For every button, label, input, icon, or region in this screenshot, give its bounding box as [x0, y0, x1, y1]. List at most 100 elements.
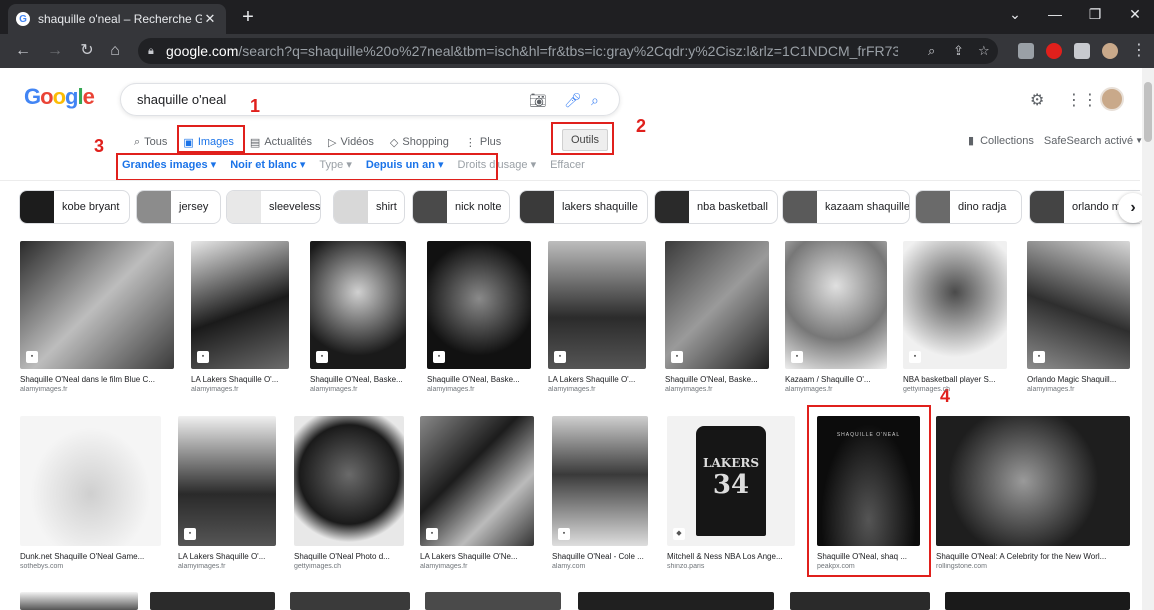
image-result[interactable]: LAKERS 34 ◆ Mitchell & Ness NBA Los Ange… — [667, 416, 795, 570]
result-thumbnail[interactable]: ▪ — [665, 241, 769, 369]
image-result[interactable] — [790, 592, 930, 610]
tab-all[interactable]: ⌕ Tous — [134, 133, 167, 151]
image-result[interactable]: ▪ NBA basketball player S... gettyimages… — [903, 241, 1007, 393]
chip[interactable]: shirt — [333, 190, 405, 224]
result-thumbnail[interactable] — [790, 592, 930, 610]
result-thumbnail[interactable]: ▪ — [178, 416, 276, 546]
result-caption[interactable]: LA Lakers Shaquille O'... — [178, 552, 276, 561]
result-caption[interactable]: Mitchell & Ness NBA Los Ange... — [667, 552, 795, 561]
image-result[interactable] — [20, 592, 138, 610]
back-arrow-icon[interactable]: ← — [12, 41, 34, 61]
image-result[interactable] — [578, 592, 774, 610]
result-caption[interactable]: Kazaam / Shaquille O'... — [785, 375, 887, 384]
result-caption[interactable]: Orlando Magic Shaquill... — [1027, 375, 1130, 384]
image-result[interactable] — [290, 592, 410, 610]
result-thumbnail[interactable]: ▪ — [427, 241, 531, 369]
image-result[interactable] — [945, 592, 1130, 610]
minimize-icon[interactable]: — — [1040, 6, 1070, 22]
restore-icon[interactable]: ❐ — [1080, 6, 1110, 23]
image-result[interactable]: Shaquille O'Neal: A Celebrity for the Ne… — [936, 416, 1130, 570]
image-result[interactable]: ▪ Shaquille O'Neal - Cole ... alamy.com — [552, 416, 648, 570]
result-caption[interactable]: Shaquille O'Neal, Baske... — [310, 375, 406, 384]
image-result[interactable]: Dunk.net Shaquille O'Neal Game... sotheb… — [20, 416, 161, 570]
result-thumbnail[interactable] — [425, 592, 561, 610]
result-caption[interactable]: Shaquille O'Neal, Baske... — [665, 375, 769, 384]
result-caption[interactable]: NBA basketball player S... — [903, 375, 1007, 384]
result-thumbnail[interactable]: ▪ — [310, 241, 406, 369]
bookmark-star-icon[interactable]: ☆ — [978, 43, 990, 59]
result-caption[interactable]: LA Lakers Shaquille O'... — [191, 375, 289, 384]
address-bar[interactable]: 🔒︎ google.com /search?q=shaquille%20o%27… — [138, 38, 998, 64]
forward-arrow-icon[interactable]: → — [44, 41, 66, 61]
image-result[interactable]: ▪ Shaquille O'Neal, Baske... alamyimages… — [665, 241, 769, 393]
result-caption[interactable]: Shaquille O'Neal - Cole ... — [552, 552, 648, 561]
reload-icon[interactable]: ↻ — [76, 41, 98, 61]
result-thumbnail[interactable]: ▪ — [1027, 241, 1130, 369]
result-thumbnail[interactable] — [290, 592, 410, 610]
image-result[interactable]: ▪ Shaquille O'Neal, Baske... alamyimages… — [310, 241, 406, 393]
chip[interactable]: nick nolte — [412, 190, 510, 224]
settings-gear-icon[interactable]: ⚙ — [1030, 90, 1044, 110]
home-icon[interactable]: ⌂ — [104, 41, 126, 61]
image-result[interactable]: Shaquille O'Neal Photo d... gettyimages.… — [294, 416, 404, 570]
chip[interactable]: sleeveless — [226, 190, 321, 224]
tab-search-chevron-icon[interactable]: ⌄ — [1000, 6, 1030, 23]
result-caption[interactable]: LA Lakers Shaquille O'Ne... — [420, 552, 534, 561]
image-result[interactable]: ▪ Shaquille O'Neal dans le film Blue C..… — [20, 241, 174, 393]
search-box[interactable]: 📷︎ 🎤︎ ⌕ — [120, 83, 620, 116]
zoom-search-icon[interactable]: ⌕ — [928, 43, 935, 59]
result-thumbnail[interactable]: ▪ — [191, 241, 289, 369]
result-thumbnail[interactable]: ▪ — [548, 241, 646, 369]
browser-tab[interactable]: G shaquille o'neal – Recherche Goo ✕ — [8, 4, 226, 34]
result-caption[interactable]: Shaquille O'Neal, Baske... — [427, 375, 531, 384]
image-result[interactable]: ▪ Shaquille O'Neal, Baske... alamyimages… — [427, 241, 531, 393]
image-result[interactable] — [150, 592, 275, 610]
scrollbar-thumb[interactable] — [1144, 82, 1152, 142]
search-icon[interactable]: ⌕ — [591, 92, 599, 109]
window-close-icon[interactable]: ✕ — [1120, 6, 1150, 23]
image-result[interactable]: ▪ Orlando Magic Shaquill... alamyimages.… — [1027, 241, 1130, 393]
chip[interactable]: nba basketball — [654, 190, 778, 224]
google-logo[interactable]: Google — [24, 84, 95, 110]
result-caption[interactable]: Shaquille O'Neal: A Celebrity for the Ne… — [936, 552, 1130, 561]
result-thumbnail[interactable]: ▪ — [552, 416, 648, 546]
tab-more[interactable]: ⋮ Plus — [465, 133, 501, 151]
result-thumbnail[interactable]: ▪ — [785, 241, 887, 369]
image-result[interactable]: ▪ LA Lakers Shaquille O'... alamyimages.… — [191, 241, 289, 393]
result-caption[interactable]: LA Lakers Shaquille O'... — [548, 375, 646, 384]
profile-avatar-icon[interactable] — [1102, 43, 1118, 59]
result-caption[interactable]: Dunk.net Shaquille O'Neal Game... — [20, 552, 161, 561]
result-thumbnail[interactable] — [294, 416, 404, 546]
result-thumbnail[interactable]: ▪ — [20, 241, 174, 369]
result-thumbnail[interactable] — [150, 592, 275, 610]
microphone-icon[interactable]: 🎤︎ — [564, 92, 582, 109]
result-thumbnail[interactable] — [936, 416, 1130, 546]
image-result[interactable]: ▪ LA Lakers Shaquille O'Ne... alamyimage… — [420, 416, 534, 570]
lock-icon[interactable]: 🔒︎ — [148, 45, 160, 58]
close-icon[interactable]: ✕ — [202, 11, 218, 27]
image-result[interactable]: ▪ LA Lakers Shaquille O'... alamyimages.… — [548, 241, 646, 393]
result-thumbnail[interactable]: ▪ — [420, 416, 534, 546]
new-tab-plus-icon[interactable]: + — [236, 6, 260, 29]
search-input[interactable] — [137, 92, 527, 107]
chip[interactable]: lakers shaquille — [519, 190, 648, 224]
result-caption[interactable]: Shaquille O'Neal dans le film Blue C... — [20, 375, 174, 384]
chip[interactable]: jersey — [136, 190, 221, 224]
image-result[interactable]: ▪ LA Lakers Shaquille O'... alamyimages.… — [178, 416, 276, 570]
clear-filters-link[interactable]: Effacer — [550, 158, 585, 171]
tab-videos[interactable]: ▷ Vidéos — [328, 133, 374, 151]
result-thumbnail[interactable] — [945, 592, 1130, 610]
tab-shopping[interactable]: ◇ Shopping — [390, 133, 449, 151]
result-thumbnail[interactable] — [578, 592, 774, 610]
tab-news[interactable]: ▤ Actualités — [250, 133, 312, 151]
browser-menu-icon[interactable]: ⋮ — [1128, 41, 1150, 61]
extension-media-icon[interactable] — [1018, 43, 1034, 59]
chip[interactable]: kazaam shaquille — [782, 190, 910, 224]
result-thumbnail[interactable]: ▪ — [903, 241, 1007, 369]
page-scrollbar[interactable] — [1142, 68, 1154, 610]
image-result[interactable]: ▪ Kazaam / Shaquille O'... alamyimages.f… — [785, 241, 887, 393]
chip[interactable]: dino radja — [915, 190, 1022, 224]
extension-red-icon[interactable] — [1046, 43, 1062, 59]
share-icon[interactable]: ⇪ — [953, 43, 964, 59]
result-thumbnail[interactable]: LAKERS 34 ◆ — [667, 416, 795, 546]
